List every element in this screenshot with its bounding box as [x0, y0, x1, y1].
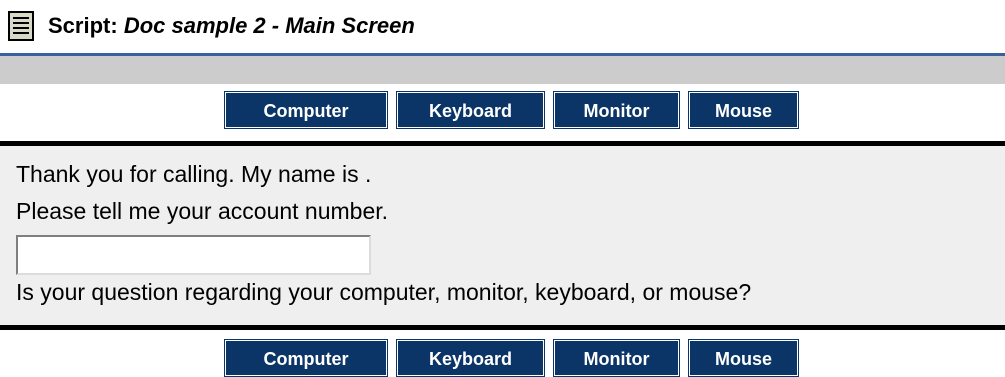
mouse-button[interactable]: Mouse	[688, 339, 799, 377]
top-nav: Computer Keyboard Monitor Mouse	[0, 91, 1005, 129]
computer-button[interactable]: Computer	[224, 339, 388, 377]
monitor-button[interactable]: Monitor	[553, 339, 680, 377]
script-name: Doc sample 2 - Main Screen	[123, 13, 415, 38]
question-text: Is your question regarding your computer…	[16, 279, 752, 305]
account-number-input[interactable]	[16, 235, 371, 275]
page-title: Script: Doc sample 2 - Main Screen	[48, 13, 415, 39]
mouse-button[interactable]: Mouse	[688, 91, 799, 129]
title-prefix: Script:	[48, 13, 118, 38]
script-document-icon	[8, 11, 34, 41]
bottom-nav: Computer Keyboard Monitor Mouse	[0, 339, 1005, 377]
title-bar: Script: Doc sample 2 - Main Screen	[0, 0, 1005, 52]
greeting-text: Thank you for calling. My name is .	[16, 161, 372, 187]
keyboard-button[interactable]: Keyboard	[396, 91, 545, 129]
computer-button[interactable]: Computer	[224, 91, 388, 129]
panel-divider-bottom	[0, 325, 1005, 330]
header-band	[0, 56, 1005, 84]
keyboard-button[interactable]: Keyboard	[396, 339, 545, 377]
account-prompt-text: Please tell me your account number.	[16, 198, 389, 224]
monitor-button[interactable]: Monitor	[553, 91, 680, 129]
